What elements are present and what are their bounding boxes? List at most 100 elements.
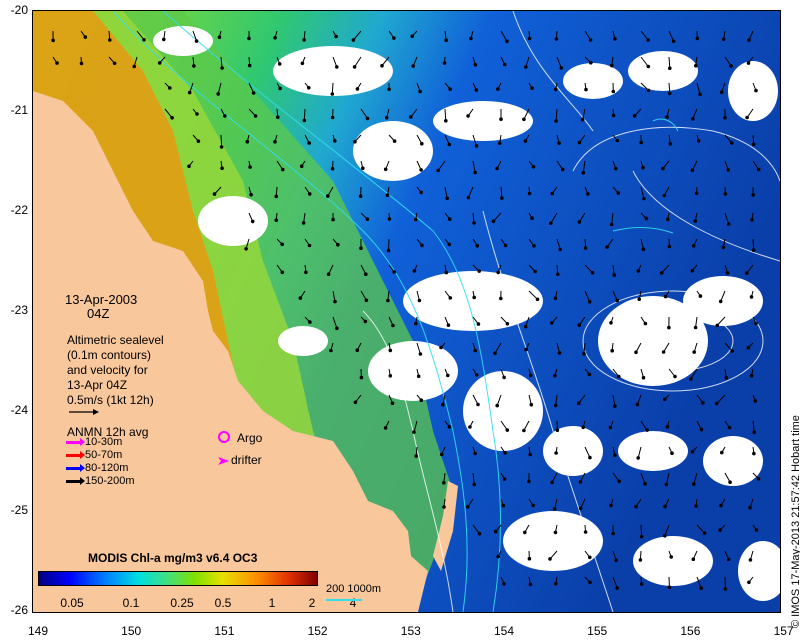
velocity-arrow-head <box>642 196 646 201</box>
velocity-arrow-head <box>477 531 482 536</box>
velocity-arrow-head <box>724 376 729 380</box>
velocity-arrow-head <box>496 554 501 559</box>
altimetry-line1: Altimetric sealevel <box>67 333 164 347</box>
red-arrow-icon <box>66 450 85 459</box>
velocity-arrow-head <box>442 61 447 65</box>
velocity-arrow-head <box>671 39 676 44</box>
velocity-arrow-head <box>473 348 478 353</box>
velocity-arrow-head <box>749 373 754 378</box>
black-arrow-icon <box>66 476 85 485</box>
velocity-arrow-head <box>726 222 731 226</box>
velocity-arrow-head <box>554 451 558 455</box>
velocity-arrow-head <box>639 582 644 586</box>
velocity-arrow-head <box>474 373 479 377</box>
velocity-arrow-head <box>523 324 528 329</box>
lat-tick-label: -22 <box>10 203 28 217</box>
velocity-arrow-head <box>524 65 528 69</box>
lon-tick-label: 156 <box>680 624 701 638</box>
velocity-arrow-head <box>499 117 503 121</box>
velocity-arrow-head <box>412 269 417 273</box>
velocity-arrow-head <box>581 170 586 175</box>
velocity-arrow-head <box>273 35 277 40</box>
velocity-arrow-head <box>747 38 751 42</box>
velocity-arrow-head <box>493 529 498 534</box>
velocity-arrow-head <box>253 114 258 118</box>
depth-legend-line <box>326 599 362 601</box>
velocity-arrow-head <box>448 296 453 300</box>
velocity-arrow-head <box>299 164 304 168</box>
velocity-arrow-head <box>331 217 335 222</box>
velocity-arrow-head <box>610 348 615 353</box>
velocity-arrow-head <box>302 38 306 42</box>
velocity-arrow-head <box>444 270 449 275</box>
colorbar-tick-label: 0.05 <box>60 596 84 610</box>
velocity-arrow-head <box>749 295 754 299</box>
velocity-arrow-head <box>336 242 340 247</box>
velocity-arrow-head <box>666 217 670 222</box>
velocity-arrow-head <box>639 534 644 539</box>
velocity-arrow-head <box>613 404 617 408</box>
velocity-arrow-head <box>748 558 753 562</box>
velocity-arrow-head <box>613 37 617 41</box>
velocity-arrow-head <box>220 166 224 171</box>
map-frame[interactable]: 13-Apr-2003 04Z Altimetric sealevel (0.1… <box>32 10 781 613</box>
velocity-arrow-head <box>249 192 253 197</box>
velocity-arrow-head <box>503 451 507 455</box>
velocity-arrow-head <box>448 217 452 221</box>
lat-tick-label: -20 <box>10 3 28 17</box>
velocity-arrow-head <box>549 221 553 225</box>
velocity-arrow-head <box>326 272 331 277</box>
velocity-arrow-head <box>505 39 509 44</box>
velocity-arrow-head <box>503 243 508 248</box>
lat-tick-label: -21 <box>10 103 28 117</box>
velocity-arrow-head <box>690 268 695 273</box>
velocity-arrow-head <box>363 319 368 324</box>
velocity-arrow-head <box>497 141 502 146</box>
velocity-arrow-head <box>333 299 337 304</box>
velocity-arrow-head <box>751 248 756 252</box>
velocity-arrow-head <box>558 247 563 252</box>
velocity-arrow-head <box>670 451 674 456</box>
date-label: 13-Apr-2003 <box>65 292 138 307</box>
velocity-arrow-head <box>523 139 528 143</box>
velocity-arrow-head <box>632 114 637 118</box>
velocity-arrow-head <box>715 323 720 328</box>
lon-tick-label: 154 <box>493 624 515 638</box>
velocity-arrow-head <box>298 296 303 300</box>
lon-tick-label: 153 <box>400 624 421 638</box>
velocity-arrow-head <box>635 402 640 407</box>
velocity-arrow-head <box>663 397 667 402</box>
velocity-arrow-head <box>466 505 470 509</box>
velocity-arrow-head <box>695 36 700 41</box>
velocity-arrow-head <box>447 425 452 429</box>
velocity-arrow-head <box>643 482 647 486</box>
velocity-arrow-head <box>245 139 250 144</box>
velocity-arrow-head <box>247 63 252 68</box>
velocity-arrow-head <box>472 295 477 300</box>
velocity-arrow-head <box>694 504 699 508</box>
velocity-arrow-head <box>693 325 698 330</box>
velocity-arrow-head <box>747 580 751 585</box>
velocity-arrow-head <box>614 166 618 171</box>
velocity-arrow-head <box>157 61 162 65</box>
anmn-item-3: 80-120m <box>66 462 128 474</box>
velocity-arrow-head <box>557 141 561 145</box>
velocity-arrow-head <box>307 243 312 248</box>
credit-text: © IMOS 17-May-2013 21:57:42 Hobart time <box>790 415 800 628</box>
velocity-arrow-head <box>751 142 756 147</box>
velocity-arrow-head <box>553 581 558 586</box>
time-label: 04Z <box>87 306 110 321</box>
velocity-arrow-head <box>673 374 677 379</box>
velocity-arrow-head <box>472 482 477 487</box>
velocity-arrow-head <box>474 88 479 92</box>
velocity-arrow-head <box>505 428 510 432</box>
velocity-arrow-head <box>531 164 536 169</box>
velocity-arrow-head <box>502 477 507 481</box>
lon-tick-label: 152 <box>307 624 328 638</box>
velocity-arrow-head <box>617 479 622 484</box>
velocity-arrow-head <box>441 402 445 407</box>
velocity-arrow-head <box>611 113 616 118</box>
velocity-arrow-head <box>496 270 501 275</box>
velocity-arrow-head <box>528 582 533 587</box>
velocity-arrow-head <box>495 166 499 171</box>
